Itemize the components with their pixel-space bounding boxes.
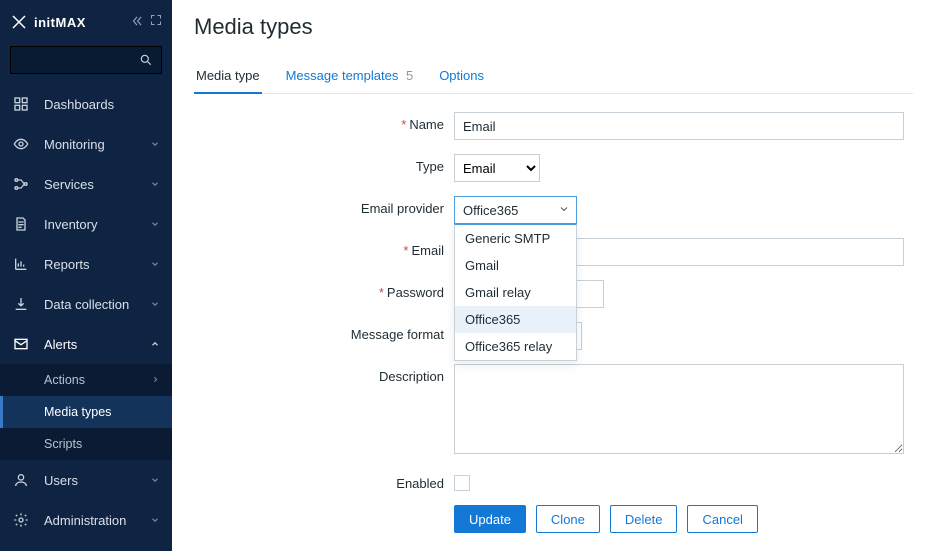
sidebar-item-label: Users (44, 473, 78, 488)
provider-option-office365-relay[interactable]: Office365 relay (455, 333, 576, 360)
tab-media-type[interactable]: Media type (194, 58, 262, 93)
sidebar-item-reports[interactable]: Reports (0, 244, 172, 284)
search-input[interactable] (10, 46, 162, 74)
chevron-down-icon (150, 297, 160, 312)
sidebar-sub-label: Media types (44, 405, 111, 419)
tab-label: Media type (196, 68, 260, 83)
sidebar-item-services[interactable]: Services (0, 164, 172, 204)
label-email: *Email (194, 238, 454, 258)
brand-logo[interactable]: initMAX (10, 13, 86, 31)
sidebar-item-administration[interactable]: Administration (0, 500, 172, 540)
provider-option-office365[interactable]: Office365 (455, 306, 576, 333)
sidebar-item-label: Alerts (44, 337, 77, 352)
sidebar-nav: Dashboards Monitoring Services Inventory… (0, 84, 172, 540)
tab-label: Message templates (286, 68, 399, 83)
chevron-down-icon (150, 473, 160, 488)
tab-options[interactable]: Options (437, 58, 486, 93)
sidebar-item-label: Inventory (44, 217, 97, 232)
email-provider-dropdown: Generic SMTP Gmail Gmail relay Office365… (454, 224, 577, 361)
sidebar-sub-scripts[interactable]: Scripts (0, 428, 172, 460)
collapse-sidebar-icon[interactable] (130, 14, 144, 31)
cancel-button[interactable]: Cancel (687, 505, 757, 533)
form-buttons: Update Clone Delete Cancel (454, 505, 913, 533)
update-button[interactable]: Update (454, 505, 526, 533)
label-name: *Name (194, 112, 454, 132)
sidebar-item-label: Data collection (44, 297, 129, 312)
logo-icon (10, 13, 28, 31)
email-provider-select[interactable]: Office365 (454, 196, 577, 224)
label-description: Description (194, 364, 454, 384)
sidebar-sub-actions[interactable]: Actions (0, 364, 172, 396)
main-content: Media types Media type Message templates… (172, 0, 935, 551)
chevron-down-icon (150, 217, 160, 232)
mail-icon (12, 336, 30, 352)
email-provider-value: Office365 (463, 203, 518, 218)
dashboard-icon (12, 96, 30, 112)
sidebar-item-users[interactable]: Users (0, 460, 172, 500)
sidebar-item-inventory[interactable]: Inventory (0, 204, 172, 244)
provider-option-gmail-relay[interactable]: Gmail relay (455, 279, 576, 306)
media-type-form: *Name Type Email Email provider Office36… (194, 112, 913, 533)
fullscreen-icon[interactable] (150, 14, 162, 31)
sidebar-sub-media-types[interactable]: Media types (0, 396, 172, 428)
sidebar: initMAX Dashboards Monitoring Services (0, 0, 172, 551)
label-enabled: Enabled (194, 471, 454, 491)
page-title: Media types (194, 14, 913, 40)
chevron-down-icon (150, 257, 160, 272)
chevron-right-icon (151, 373, 160, 387)
chevron-down-icon (150, 513, 160, 528)
chevron-up-icon (150, 337, 160, 352)
tabs: Media type Message templates 5 Options (194, 58, 913, 94)
sidebar-item-label: Monitoring (44, 137, 105, 152)
sidebar-item-alerts[interactable]: Alerts (0, 324, 172, 364)
clone-button[interactable]: Clone (536, 505, 600, 533)
gear-icon (12, 512, 30, 528)
sidebar-item-data-collection[interactable]: Data collection (0, 284, 172, 324)
tab-label: Options (439, 68, 484, 83)
user-icon (12, 472, 30, 488)
sidebar-header: initMAX (0, 0, 172, 44)
chart-icon (12, 256, 30, 272)
chevron-down-icon (150, 177, 160, 192)
provider-option-generic-smtp[interactable]: Generic SMTP (455, 225, 576, 252)
name-input[interactable] (454, 112, 904, 140)
document-icon (12, 216, 30, 232)
sidebar-sub-label: Actions (44, 373, 85, 387)
type-select[interactable]: Email (454, 154, 540, 182)
services-icon (12, 176, 30, 192)
label-message-format: Message format (194, 322, 454, 342)
brand-name: initMAX (34, 15, 86, 30)
label-password: *Password (194, 280, 454, 300)
label-type: Type (194, 154, 454, 174)
sidebar-sub-label: Scripts (44, 437, 82, 451)
sidebar-item-label: Dashboards (44, 97, 114, 112)
chevron-down-icon (558, 203, 570, 218)
sidebar-item-label: Administration (44, 513, 126, 528)
sidebar-item-monitoring[interactable]: Monitoring (0, 124, 172, 164)
eye-icon (12, 136, 30, 152)
description-textarea[interactable] (454, 364, 904, 454)
sidebar-item-label: Reports (44, 257, 90, 272)
label-email-provider: Email provider (194, 196, 454, 216)
delete-button[interactable]: Delete (610, 505, 678, 533)
sidebar-item-label: Services (44, 177, 94, 192)
download-icon (12, 296, 30, 312)
enabled-checkbox[interactable] (454, 475, 470, 491)
tab-message-templates[interactable]: Message templates 5 (284, 58, 416, 93)
tab-count: 5 (406, 68, 413, 83)
provider-option-gmail[interactable]: Gmail (455, 252, 576, 279)
sidebar-subnav-alerts: Actions Media types Scripts (0, 364, 172, 460)
sidebar-item-dashboards[interactable]: Dashboards (0, 84, 172, 124)
search-icon (139, 53, 153, 67)
chevron-down-icon (150, 137, 160, 152)
